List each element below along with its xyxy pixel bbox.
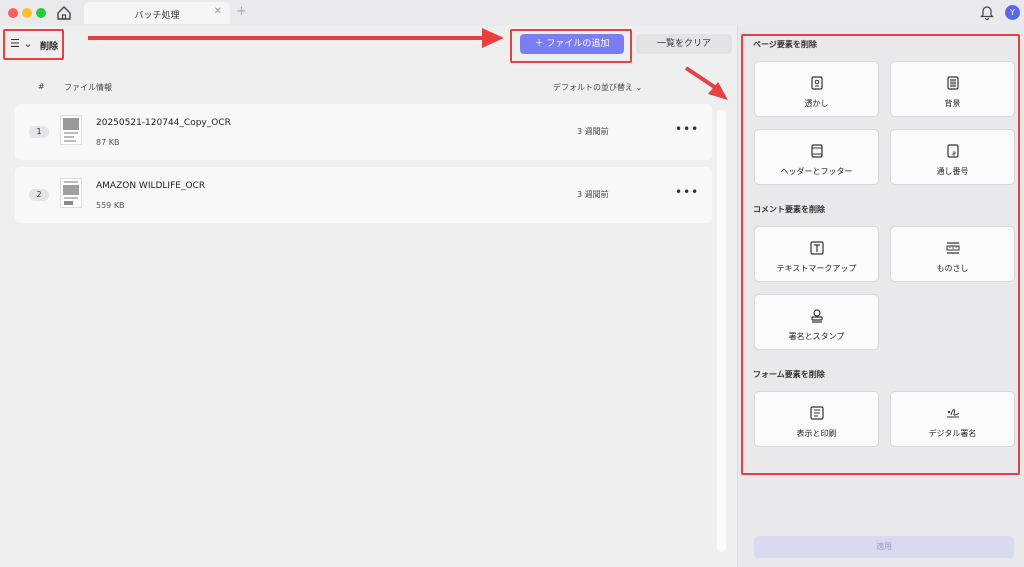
apply-button[interactable]: 適用 xyxy=(754,536,1014,558)
tab-batch[interactable]: バッチ処理 ✕ xyxy=(84,2,230,24)
avatar[interactable]: Y xyxy=(1005,5,1020,20)
annotation-box-mode xyxy=(3,29,64,60)
title-bar: バッチ処理 ✕ + Y xyxy=(0,0,1024,26)
close-window-button[interactable] xyxy=(8,8,18,18)
file-thumbnail xyxy=(60,178,82,208)
row-index: 2 xyxy=(29,189,49,201)
file-size: 87 KB xyxy=(96,138,120,147)
row-index: 1 xyxy=(29,126,49,138)
column-file-info: ファイル情報 xyxy=(64,83,112,92)
new-tab-button[interactable]: + xyxy=(236,4,247,19)
file-name: AMAZON WILDLIFE_OCR xyxy=(96,181,206,191)
sort-dropdown[interactable]: デフォルトの並び替え ⌄ xyxy=(553,82,642,93)
annotation-box-add-files xyxy=(510,29,632,63)
file-thumbnail xyxy=(60,115,82,145)
bell-icon[interactable] xyxy=(980,5,994,20)
table-row[interactable]: 2 AMAZON WILDLIFE_OCR 559 KB 3 週間前 ••• xyxy=(15,167,712,223)
file-date: 3 週間前 xyxy=(577,127,609,136)
clear-list-button[interactable]: 一覧をクリア xyxy=(636,34,732,54)
column-index: # xyxy=(38,82,45,91)
file-name: 20250521-120744_Copy_OCR xyxy=(96,118,231,128)
annotation-box-panel xyxy=(741,34,1020,475)
minimize-window-button[interactable] xyxy=(22,8,32,18)
more-options-icon[interactable]: ••• xyxy=(675,185,699,199)
table-row[interactable]: 1 20250521-120744_Copy_OCR 87 KB 3 週間前 •… xyxy=(15,104,712,160)
file-date: 3 週間前 xyxy=(577,190,609,199)
more-options-icon[interactable]: ••• xyxy=(675,122,699,136)
zoom-window-button[interactable] xyxy=(36,8,46,18)
tab-title: バッチ処理 xyxy=(134,11,180,21)
home-icon[interactable] xyxy=(56,5,72,21)
file-size: 559 KB xyxy=(96,201,125,210)
scrollbar[interactable] xyxy=(717,110,726,552)
tab-close-icon[interactable]: ✕ xyxy=(214,6,222,17)
